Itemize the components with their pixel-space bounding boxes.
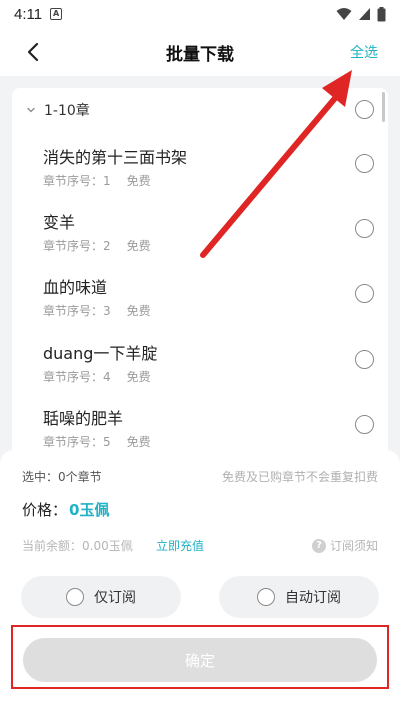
page-header: 批量下载 全选 (0, 28, 400, 76)
recharge-link[interactable]: 立即充值 (156, 537, 204, 554)
signal-icon (359, 8, 370, 20)
subscription-notice-label: 订阅须知 (329, 539, 378, 553)
chapter-group-header[interactable]: 1-10章 (12, 96, 388, 124)
chapter-item[interactable]: 变羊 章节序号：2 免费 (12, 209, 388, 273)
chapter-select-radio[interactable] (355, 154, 374, 173)
chapter-item[interactable]: 消失的第十三面书架 章节序号：1 免费 (12, 144, 388, 208)
chapter-number: 章节序号：4 (43, 370, 111, 384)
confirm-label: 确定 (184, 651, 215, 670)
chevron-down-icon (27, 107, 35, 113)
chapter-group-label: 1-10章 (44, 103, 90, 119)
chapter-meta: 章节序号：5 免费 (43, 433, 151, 450)
auto-subscribe-option[interactable]: 自动订阅 (219, 576, 379, 618)
wifi-icon (336, 8, 352, 20)
chapter-price: 免费 (126, 174, 151, 188)
chapter-meta: 章节序号：2 免费 (43, 237, 151, 254)
chapter-select-radio[interactable] (355, 415, 374, 434)
notification-icon: A (50, 8, 63, 20)
balance-row: 当前余额：0.00玉佩 立即充值 ? 订阅须知 (22, 537, 378, 555)
chapter-select-radio[interactable] (355, 350, 374, 369)
selection-summary: 选中：0个章节 免费及已购章节不会重复扣费 (22, 468, 378, 486)
chapter-select-radio[interactable] (355, 284, 374, 303)
chapter-price: 免费 (126, 435, 151, 449)
price-value: 0玉佩 (69, 501, 110, 519)
chapter-number: 章节序号：3 (43, 304, 111, 318)
selected-count: 选中：0个章节 (22, 470, 102, 484)
price-label: 价格： (22, 501, 68, 519)
chapter-title: 血的味道 (43, 278, 108, 297)
chapter-title: duang一下羊腚 (43, 344, 158, 363)
confirm-button[interactable]: 确定 (23, 638, 377, 682)
subscribe-only-radio[interactable] (66, 588, 84, 606)
subscribe-only-option[interactable]: 仅订阅 (21, 576, 181, 618)
chapter-meta: 章节序号：1 免费 (43, 172, 151, 189)
chapter-item[interactable]: 血的味道 章节序号：3 免费 (12, 274, 388, 338)
back-arrow-icon[interactable] (22, 40, 46, 64)
battery-icon (377, 6, 386, 21)
current-balance: 当前余额：0.00玉佩 (22, 539, 133, 553)
subscribe-only-label: 仅订阅 (94, 590, 136, 606)
chapter-number: 章节序号：2 (43, 239, 111, 253)
group-select-radio[interactable] (355, 100, 374, 119)
chapter-title: 聒噪的肥羊 (43, 409, 124, 428)
chapter-price: 免费 (126, 370, 151, 384)
purchase-panel: 选中：0个章节 免费及已购章节不会重复扣费 价格： 0玉佩 当前余额：0.00玉… (0, 450, 400, 711)
chapter-price: 免费 (126, 239, 151, 253)
select-all-button[interactable]: 全选 (350, 42, 378, 62)
chapter-title: 消失的第十三面书架 (43, 148, 188, 167)
chapter-title: 变羊 (43, 213, 76, 232)
subscription-notice-link[interactable]: ? 订阅须知 (311, 537, 378, 554)
auto-subscribe-label: 自动订阅 (285, 590, 341, 606)
page-title: 批量下载 (166, 44, 234, 65)
chapter-number: 章节序号：5 (43, 435, 111, 449)
chapter-number: 章节序号：1 (43, 174, 111, 188)
auto-subscribe-radio[interactable] (257, 588, 275, 606)
question-icon: ? (311, 538, 326, 553)
status-bar: 4:11 A (0, 0, 400, 28)
chapter-list: 1-10章 消失的第十三面书架 章节序号：1 免费 变羊 章节序号：2 免费 血的味… (12, 88, 388, 458)
no-repeat-charge-note: 免费及已购章节不会重复扣费 (221, 470, 378, 484)
status-time: 4:11 (14, 5, 43, 23)
chapter-meta: 章节序号：3 免费 (43, 302, 151, 319)
chapter-select-radio[interactable] (355, 219, 374, 238)
price-row: 价格： 0玉佩 (22, 499, 109, 520)
chapter-price: 免费 (126, 304, 151, 318)
chapter-item[interactable]: duang一下羊腚 章节序号：4 免费 (12, 340, 388, 404)
chapter-meta: 章节序号：4 免费 (43, 368, 151, 385)
status-icons (336, 6, 386, 22)
confirm-highlight-box: 确定 (11, 625, 389, 689)
